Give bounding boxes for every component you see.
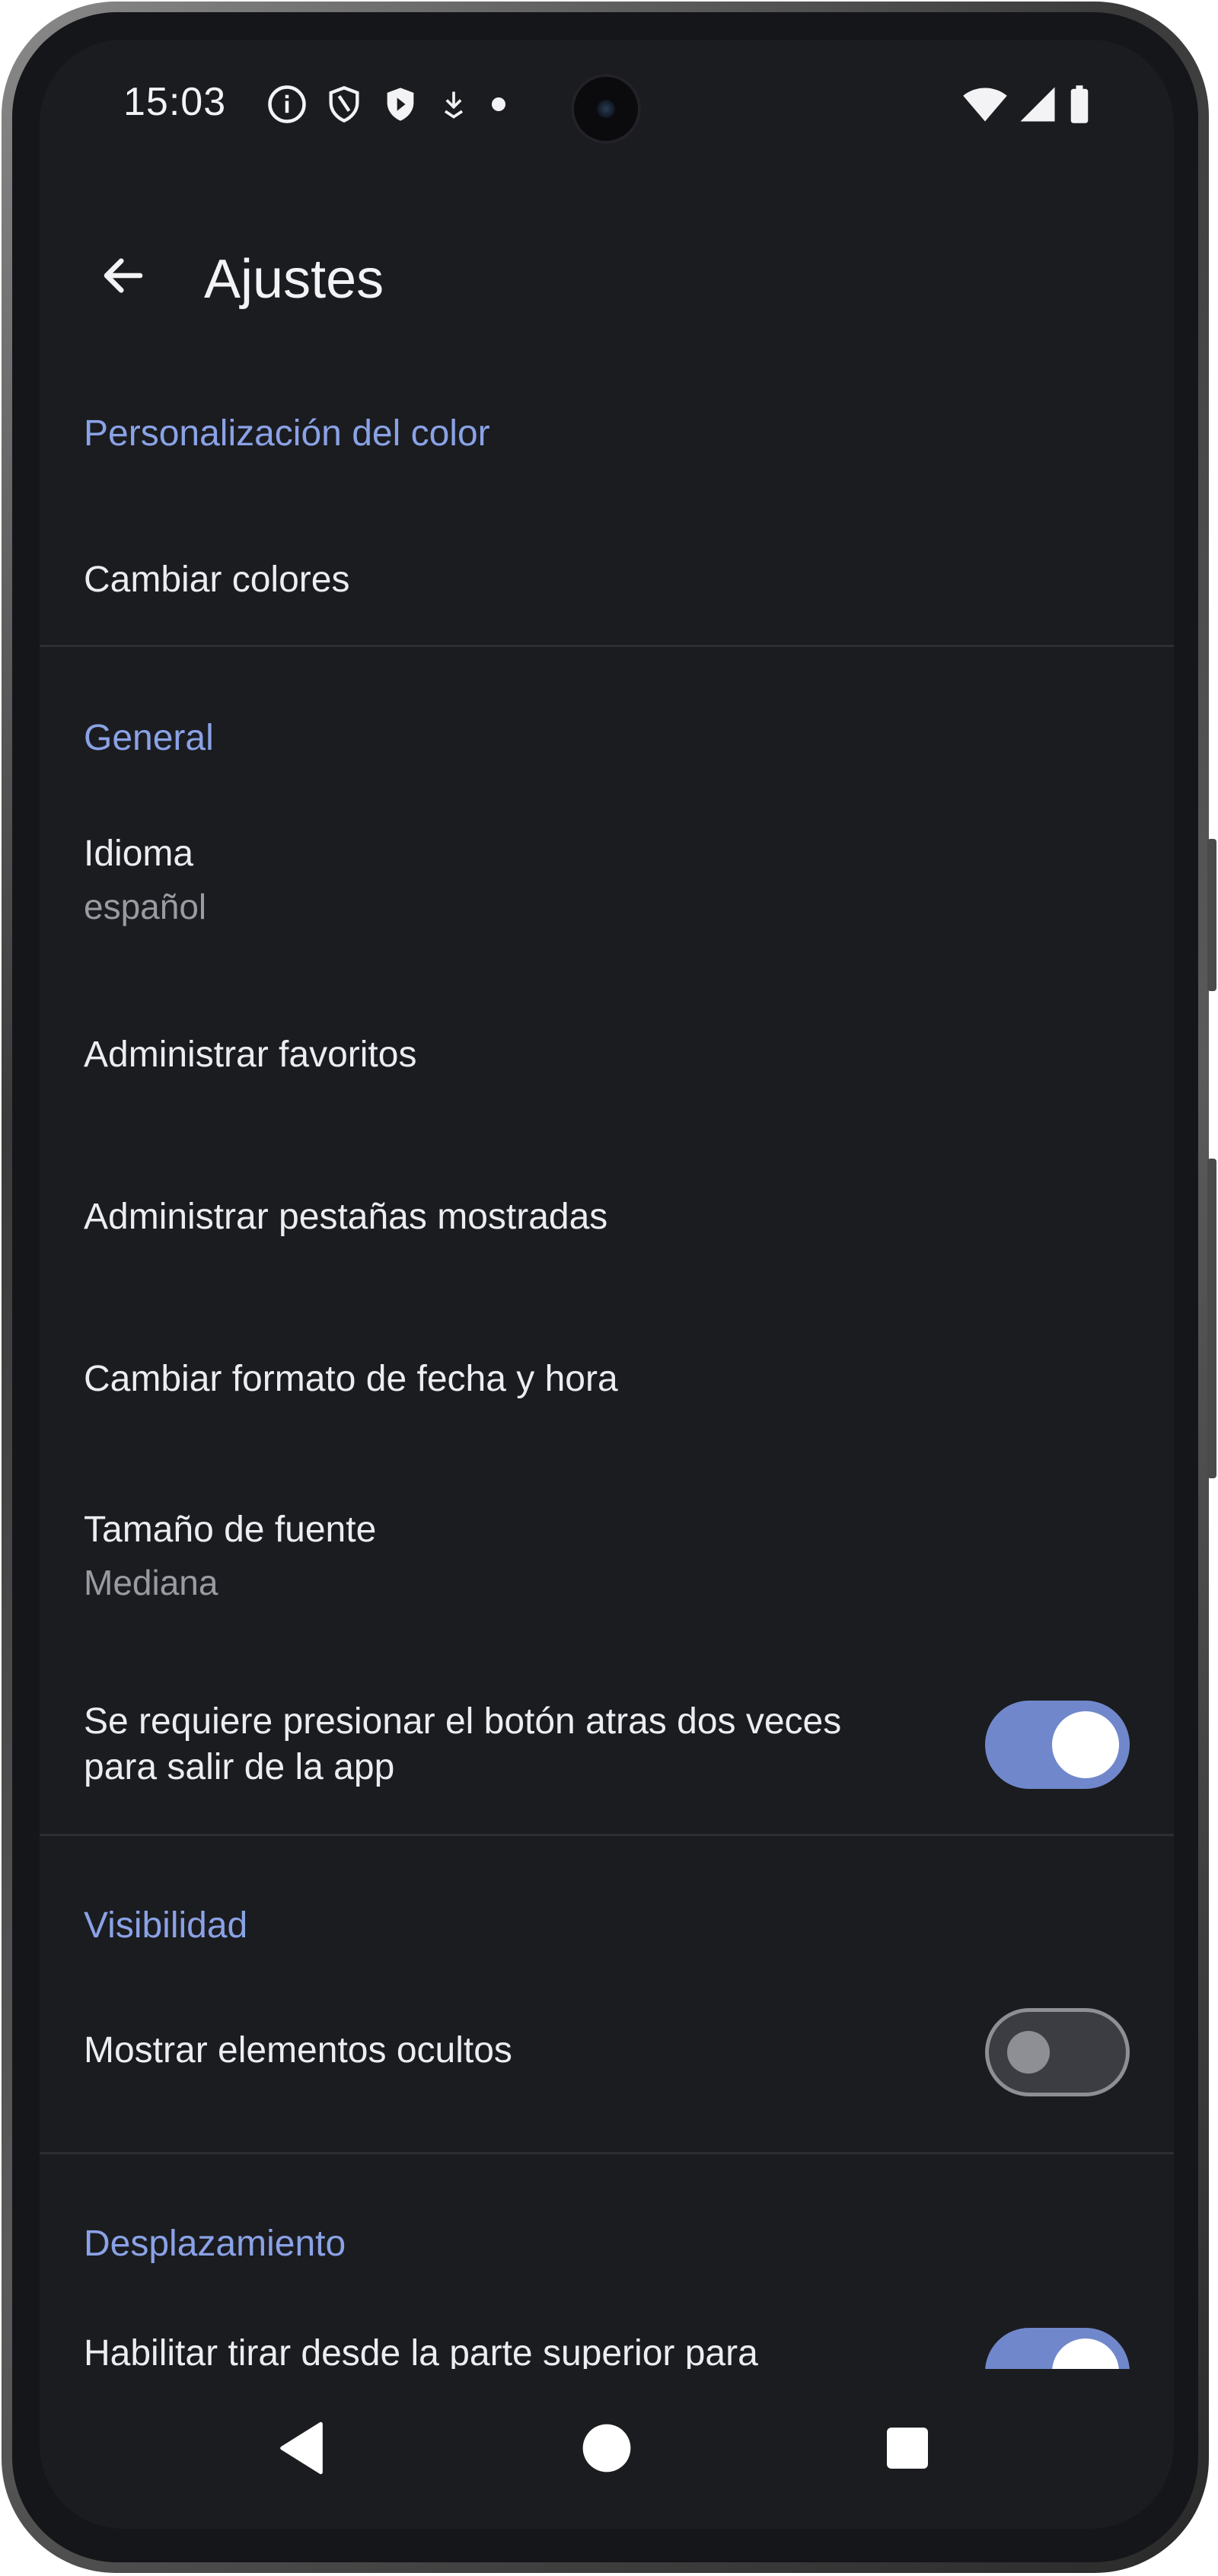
switch-knob	[1052, 1711, 1119, 1778]
dot-icon	[487, 84, 510, 125]
switch-knob	[1007, 2031, 1050, 2074]
section-header-visibility: Visibilidad	[84, 1905, 248, 1946]
setting-title-line-1: Se requiere presionar el botón atras dos…	[84, 1701, 842, 1742]
section-header-scrolling: Desplazamiento	[84, 2224, 346, 2264]
nav-recents-button[interactable]	[869, 2410, 945, 2486]
setting-press-back-twice[interactable]: Se requiere presionar el botón atras dos…	[40, 1661, 1174, 1828]
status-bar: 15:03	[40, 40, 1174, 184]
section-divider	[40, 1834, 1174, 1836]
setting-title: Tamaño de fuente	[84, 1510, 377, 1550]
download-icon	[437, 84, 470, 125]
nav-back-button[interactable]	[263, 2410, 340, 2486]
setting-title-line-2: para salir de la app	[84, 1747, 395, 1787]
setting-title: Idioma	[84, 834, 194, 874]
setting-manage-tabs[interactable]: Administrar pestañas mostradas	[40, 1147, 1174, 1299]
app-toolbar: Ajustes	[40, 222, 1174, 329]
setting-show-hidden[interactable]: Mostrar elementos ocultos	[40, 1981, 1174, 2133]
section-divider	[40, 645, 1174, 647]
setting-summary: Mediana	[84, 1563, 218, 1602]
signal-icon	[1019, 85, 1057, 127]
status-time: 15:03	[123, 80, 227, 124]
setting-date-format[interactable]: Cambiar formato de fecha y hora	[40, 1309, 1174, 1462]
home-circle-icon	[582, 2424, 631, 2472]
setting-language[interactable]: Idioma español	[40, 801, 1174, 968]
setting-title: Mostrar elementos ocultos	[84, 2030, 512, 2071]
volume-button	[1207, 839, 1216, 991]
status-icons-left	[266, 84, 510, 125]
back-button[interactable]	[87, 239, 160, 312]
recents-square-icon	[887, 2428, 928, 2469]
shield-icon	[324, 84, 364, 125]
setting-title: Cambiar colores	[84, 560, 350, 600]
navigation-bar	[40, 2369, 1174, 2529]
setting-font-size[interactable]: Tamaño de fuente Mediana	[40, 1478, 1174, 1646]
play-shield-icon	[381, 84, 420, 125]
show-hidden-switch[interactable]	[985, 2008, 1130, 2096]
wifi-icon	[962, 85, 1008, 127]
status-icons-right	[962, 84, 1092, 129]
setting-title: Administrar pestañas mostradas	[84, 1197, 608, 1237]
power-button	[1207, 1159, 1216, 1478]
setting-change-colors[interactable]: Cambiar colores	[40, 512, 1174, 649]
nav-home-button[interactable]	[569, 2410, 645, 2486]
setting-title: Administrar favoritos	[84, 1035, 417, 1075]
section-divider	[40, 2152, 1174, 2154]
back-triangle-icon	[280, 2421, 323, 2475]
setting-summary: español	[84, 887, 207, 926]
screen: 15:03 Ajustes Personalización del color …	[40, 40, 1174, 2529]
arrow-back-icon	[104, 258, 143, 293]
info-icon	[266, 84, 308, 125]
section-header-color: Personalización del color	[84, 413, 490, 454]
setting-manage-favorites[interactable]: Administrar favoritos	[40, 984, 1174, 1136]
section-header-general: General	[84, 718, 214, 758]
battery-icon	[1067, 84, 1092, 129]
front-camera	[571, 74, 641, 144]
setting-title: Cambiar formato de fecha y hora	[84, 1359, 618, 1399]
press-back-twice-switch[interactable]	[985, 1701, 1130, 1789]
setting-pull-to-refresh[interactable]: Habilitar tirar desde la parte superior …	[40, 2293, 1174, 2416]
page-title: Ajustes	[204, 249, 384, 310]
phone-frame: 15:03 Ajustes Personalización del color …	[2, 2, 1216, 2573]
